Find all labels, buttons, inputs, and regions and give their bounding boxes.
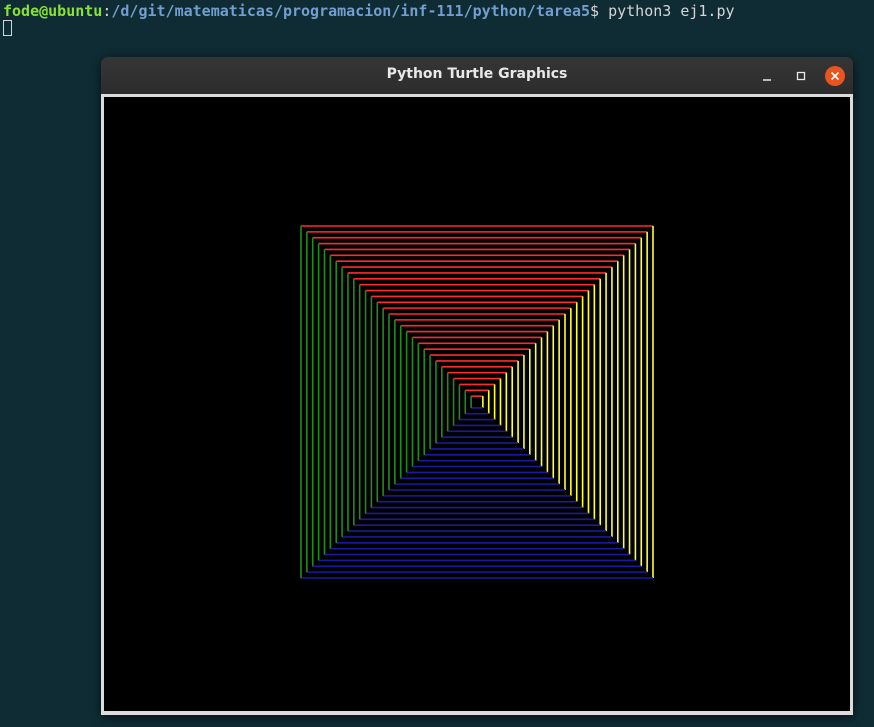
close-icon — [830, 71, 840, 81]
minimize-icon — [763, 79, 771, 81]
terminal-prompt-symbol: $ — [590, 2, 600, 20]
window-client-area — [101, 94, 853, 715]
terminal-user-host: fode@ubuntu — [3, 2, 103, 20]
maximize-icon — [796, 71, 806, 81]
terminal-path: /d/git/matematicas/programacion/inf-111/… — [111, 2, 591, 20]
window-titlebar[interactable]: Python Turtle Graphics — [101, 57, 853, 94]
terminal-cursor — [3, 20, 12, 36]
turtle-canvas[interactable] — [104, 97, 850, 711]
turtle-drawing — [300, 225, 654, 579]
minimize-button[interactable] — [757, 66, 777, 86]
maximize-button[interactable] — [791, 66, 811, 86]
window-title: Python Turtle Graphics — [386, 66, 568, 82]
terminal-prompt-line: fode@ubuntu:/d/git/matematicas/programac… — [3, 1, 735, 21]
terminal-command: python3 ej1.py — [599, 2, 735, 20]
close-button[interactable] — [825, 66, 845, 86]
turtle-window[interactable]: Python Turtle Graphics — [101, 57, 853, 715]
